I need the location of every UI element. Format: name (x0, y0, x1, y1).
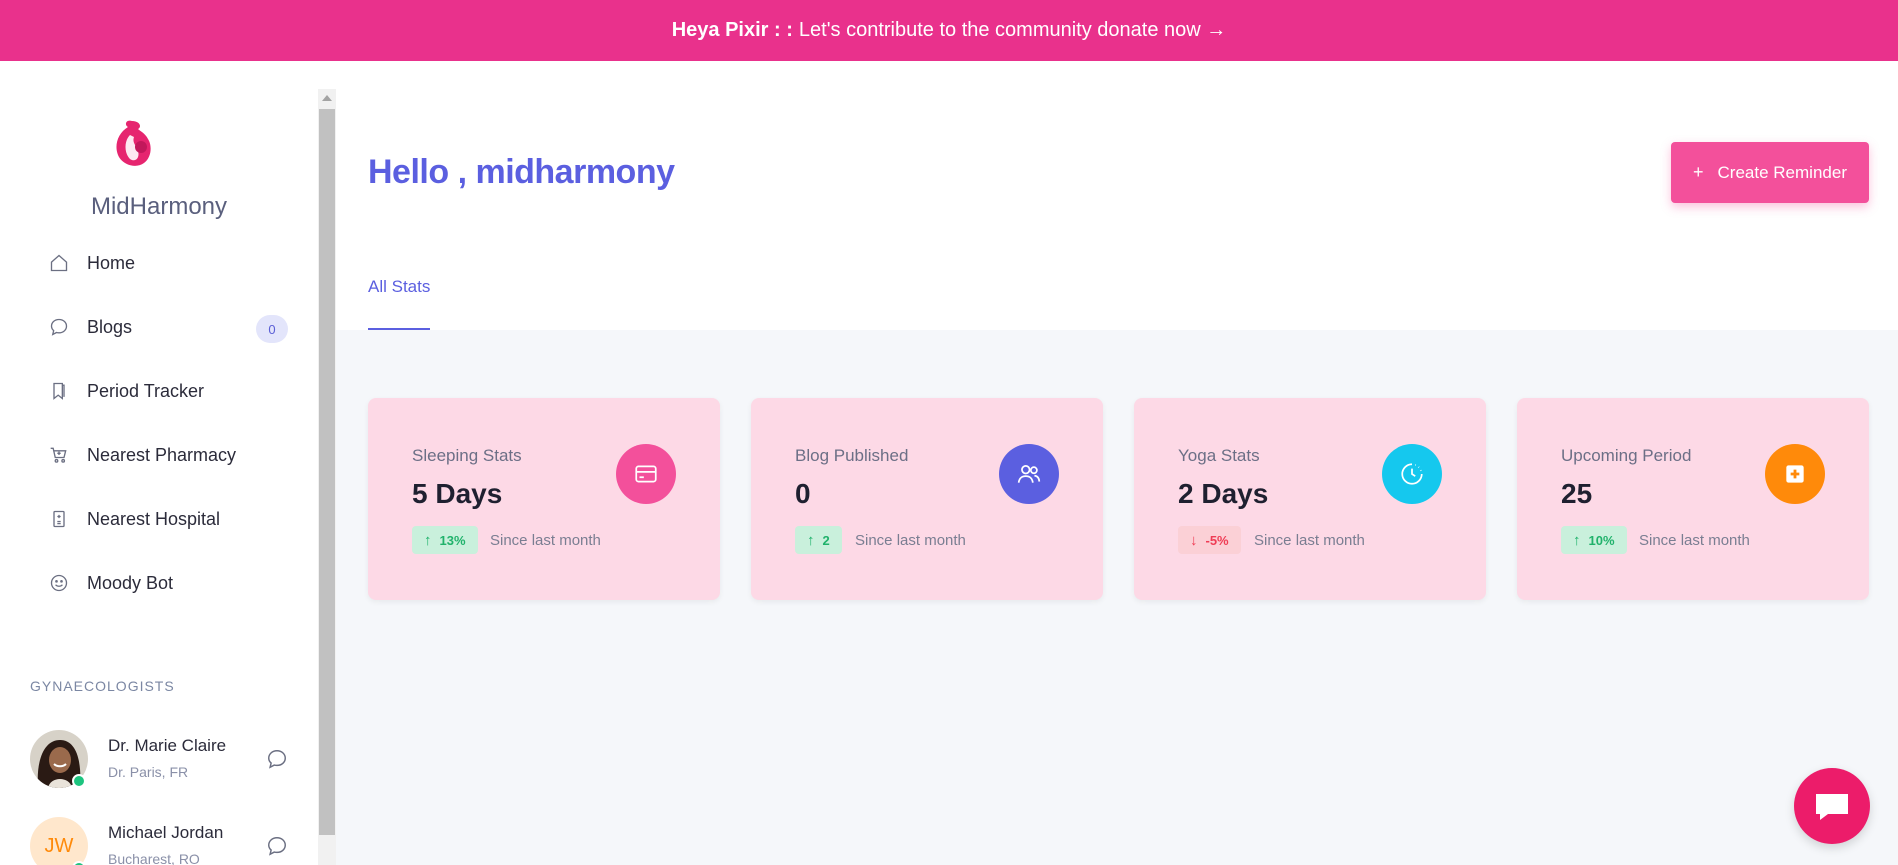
online-status-dot (72, 861, 86, 865)
stat-change-badge: ↑ 13% (412, 526, 478, 554)
stat-title: Upcoming Period (1561, 446, 1692, 465)
stat-change: 10% (1588, 532, 1615, 548)
stat-change: -5% (1205, 532, 1229, 548)
stat-value: 2 Days (1178, 478, 1269, 509)
stat-value: 5 Days (412, 478, 503, 509)
sidebar-item-label: Nearest Pharmacy (87, 444, 237, 465)
avatar-initials: JW (44, 834, 74, 857)
clock-icon (1382, 444, 1442, 504)
sidebar-item-label: Period Tracker (87, 380, 205, 401)
arrow-down-icon: ↓ (1190, 531, 1198, 549)
stat-since: Since last month (1639, 532, 1750, 549)
stat-since: Since last month (855, 532, 966, 549)
create-reminder-label: Create Reminder (1717, 162, 1847, 182)
first-aid-icon (1765, 444, 1825, 504)
create-reminder-button[interactable]: + Create Reminder (1671, 142, 1869, 203)
stat-change-badge: ↑ 10% (1561, 526, 1627, 554)
tab-all-stats[interactable]: All Stats (368, 277, 430, 297)
stat-value: 25 (1561, 478, 1593, 509)
chat-icon[interactable] (266, 748, 288, 770)
doctor-location: Bucharest, RO (108, 851, 200, 865)
home-icon (48, 252, 70, 274)
midharmony-logo-icon (116, 120, 151, 166)
doctor-item[interactable]: JW Michael Jordan Bucharest, RO (30, 817, 300, 865)
sidebar-item-label: Blogs (87, 316, 133, 337)
page-title: Hello , midharmony (368, 153, 675, 191)
sidebar-item-blogs[interactable]: Blogs 0 (0, 295, 318, 359)
chat-icon[interactable] (266, 835, 288, 857)
sidebar: MidHarmony Home Blogs 0 Period Tracker N… (0, 61, 318, 865)
sidebar-item-label: Home (87, 252, 136, 273)
sidebar-item-label: Moody Bot (87, 572, 174, 593)
hospital-icon (48, 508, 70, 530)
smile-icon (48, 572, 70, 594)
users-icon (999, 444, 1059, 504)
arrow-up-icon: ↑ (807, 531, 815, 549)
stat-change: 2 (822, 532, 830, 548)
message-icon (48, 316, 70, 338)
arrow-up-icon: ↑ (1573, 531, 1581, 549)
stat-card-blog-published: Blog Published 0 ↑ 2 Since last month (751, 398, 1103, 600)
plus-icon: + (1693, 162, 1704, 182)
main-content: Hello , midharmony + Create Reminder All… (336, 61, 1898, 865)
stat-change-badge: ↑ 2 (795, 526, 842, 554)
online-status-dot (72, 774, 86, 788)
sidebar-item-moody-bot[interactable]: Moody Bot (0, 551, 318, 615)
stat-since: Since last month (490, 532, 601, 549)
banner-greeting: Heya Pixir : : (671, 19, 793, 41)
gynaecologists-heading: GYNAECOLOGISTS (30, 678, 175, 694)
stat-since: Since last month (1254, 532, 1365, 549)
arrow-up-icon: ↑ (424, 531, 432, 549)
scroll-thumb[interactable] (319, 109, 335, 835)
card-icon (616, 444, 676, 504)
doctor-item[interactable]: Dr. Marie Claire Dr. Paris, FR (30, 730, 300, 790)
sidebar-item-label: Nearest Hospital (87, 508, 221, 529)
stat-card-sleeping: Sleeping Stats 5 Days ↑ 13% Since last m… (368, 398, 720, 600)
stat-change: 13% (439, 532, 466, 548)
chat-widget-button[interactable] (1794, 768, 1870, 844)
chat-bubble-icon (1816, 794, 1848, 820)
doctor-location: Dr. Paris, FR (108, 764, 189, 780)
sidebar-item-period-tracker[interactable]: Period Tracker (0, 359, 318, 423)
stat-value: 0 (795, 478, 811, 509)
sidebar-item-nearest-hospital[interactable]: Nearest Hospital (0, 487, 318, 551)
stat-title: Blog Published (795, 446, 909, 465)
stat-change-badge: ↓ -5% (1178, 526, 1241, 554)
sidebar-item-home[interactable]: Home (0, 231, 318, 295)
brand-name: MidHarmony (90, 193, 228, 220)
stat-title: Sleeping Stats (412, 446, 522, 465)
bookmark-icon (48, 380, 70, 402)
avatar: JW (30, 817, 88, 865)
sidebar-item-nearest-pharmacy[interactable]: Nearest Pharmacy (0, 423, 318, 487)
blogs-count-badge: 0 (256, 315, 288, 343)
cart-icon (48, 444, 70, 466)
doctor-name: Dr. Marie Claire (108, 736, 227, 755)
donate-banner[interactable]: Heya Pixir : : Let's contribute to the c… (0, 0, 1898, 61)
stat-card-yoga: Yoga Stats 2 Days ↓ -5% Since last month (1134, 398, 1486, 600)
stat-title: Yoga Stats (1178, 446, 1260, 465)
banner-text: Let's contribute to the community donate… (798, 19, 1227, 41)
doctor-name: Michael Jordan (108, 823, 224, 842)
stats-area: Sleeping Stats 5 Days ↑ 13% Since last m… (336, 330, 1898, 865)
main-header: Hello , midharmony + Create Reminder All… (336, 61, 1898, 330)
scroll-up-arrow[interactable] (318, 89, 336, 107)
sidebar-scrollbar[interactable] (318, 89, 336, 865)
stat-card-upcoming-period: Upcoming Period 25 ↑ 10% Since last mont… (1517, 398, 1869, 600)
sidebar-nav: Home Blogs 0 Period Tracker Nearest Phar… (0, 231, 318, 615)
